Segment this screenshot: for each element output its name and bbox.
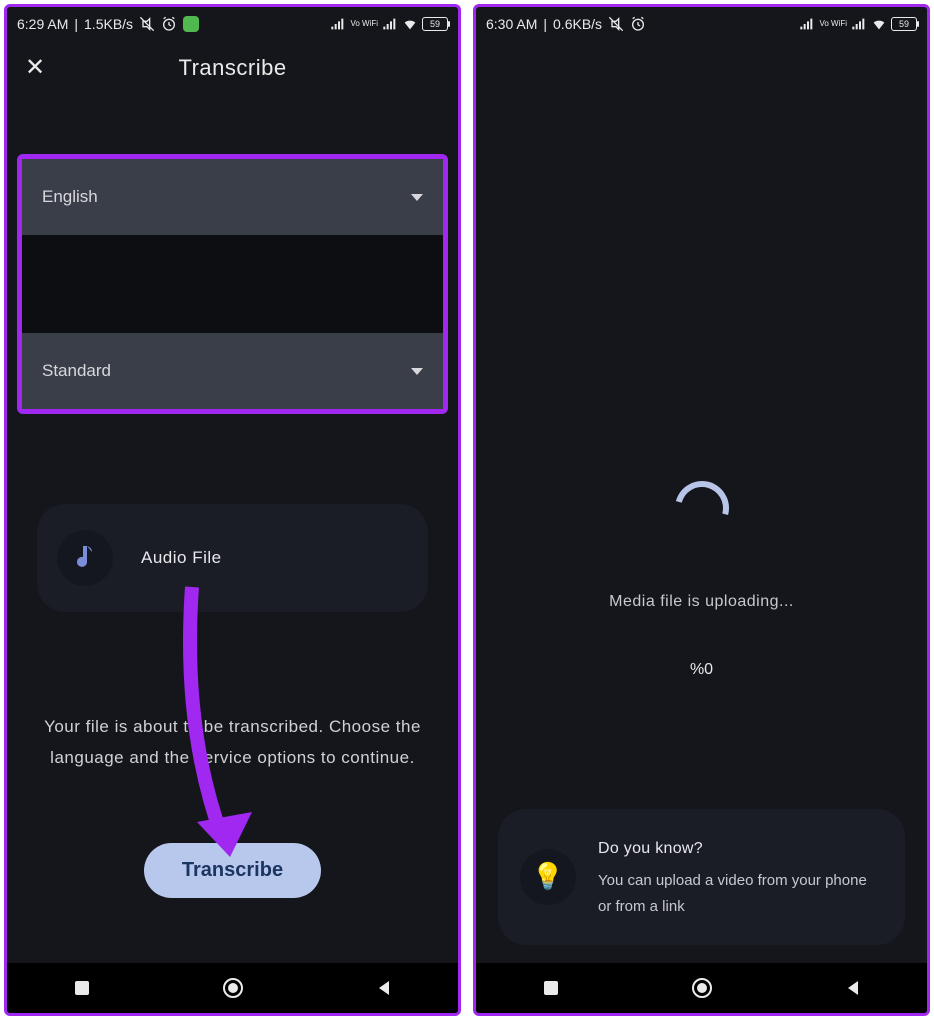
file-icon-circle xyxy=(57,530,113,586)
page-title: Transcribe xyxy=(178,55,286,81)
app-indicator-icon xyxy=(183,16,199,32)
status-separator: | xyxy=(543,16,547,32)
tip-body: You can upload a video from your phone o… xyxy=(598,868,883,919)
nav-bar xyxy=(476,963,927,1013)
mute-icon xyxy=(139,16,155,32)
phone-screenshot-1: 6:29 AM | 1.5KB/s Vo WiFi 59 ✕ Transcrib… xyxy=(4,4,461,1016)
alarm-icon xyxy=(630,16,646,32)
signal-icon xyxy=(330,16,346,32)
status-left: 6:30 AM | 0.6KB/s xyxy=(486,16,646,32)
audio-file-card[interactable]: Audio File xyxy=(37,504,428,612)
nav-recent-icon[interactable] xyxy=(542,979,560,997)
tip-card: 💡 Do you know? You can upload a video fr… xyxy=(498,809,905,945)
service-dropdown[interactable]: Standard xyxy=(22,333,443,409)
battery-icon: 59 xyxy=(891,17,917,31)
status-right: Vo WiFi 59 xyxy=(799,16,917,32)
chevron-down-icon xyxy=(411,194,423,201)
status-bar: 6:29 AM | 1.5KB/s Vo WiFi 59 xyxy=(7,7,458,41)
status-separator: | xyxy=(74,16,78,32)
wifi-icon xyxy=(871,16,887,32)
chevron-down-icon xyxy=(411,368,423,375)
nav-home-icon[interactable] xyxy=(691,977,713,999)
nav-back-icon[interactable] xyxy=(375,979,393,997)
signal-icon-2 xyxy=(382,16,398,32)
status-left: 6:29 AM | 1.5KB/s xyxy=(17,16,199,32)
spinner-icon xyxy=(665,471,739,545)
bulb-circle: 💡 xyxy=(520,849,576,905)
title-bar: ✕ Transcribe xyxy=(7,41,458,94)
vowifi-label: Vo WiFi xyxy=(819,20,847,28)
status-time: 6:30 AM xyxy=(486,16,537,32)
lightbulb-icon: 💡 xyxy=(532,861,564,892)
nav-home-icon[interactable] xyxy=(222,977,244,999)
highlighted-dropdowns: English Standard xyxy=(17,154,448,414)
upload-status: Media file is uploading... %0 xyxy=(486,481,917,679)
wifi-icon xyxy=(402,16,418,32)
transcribe-button[interactable]: Transcribe xyxy=(144,843,321,898)
battery-icon: 59 xyxy=(422,17,448,31)
status-bar: 6:30 AM | 0.6KB/s Vo WiFi 59 xyxy=(476,7,927,41)
phone-screenshot-2: 6:30 AM | 0.6KB/s Vo WiFi 59 Media file … xyxy=(473,4,930,1016)
instruction-text: Your file is about to be transcribed. Ch… xyxy=(29,712,436,773)
signal-icon-2 xyxy=(851,16,867,32)
music-note-icon xyxy=(73,544,97,572)
dropdown-gap xyxy=(22,235,443,333)
nav-bar xyxy=(7,963,458,1013)
content-area: Media file is uploading... %0 💡 Do you k… xyxy=(476,41,927,963)
signal-icon xyxy=(799,16,815,32)
file-label: Audio File xyxy=(141,548,222,568)
service-value: Standard xyxy=(42,361,111,381)
status-right: Vo WiFi 59 xyxy=(330,16,448,32)
content-area: English Standard Audio File Your file is… xyxy=(7,94,458,963)
language-value: English xyxy=(42,187,98,207)
tip-text-block: Do you know? You can upload a video from… xyxy=(598,835,883,919)
tip-title: Do you know? xyxy=(598,835,883,862)
close-icon[interactable]: ✕ xyxy=(25,53,45,82)
status-speed: 0.6KB/s xyxy=(553,16,602,32)
upload-text: Media file is uploading... xyxy=(609,593,794,611)
status-time: 6:29 AM xyxy=(17,16,68,32)
nav-back-icon[interactable] xyxy=(844,979,862,997)
upload-percent: %0 xyxy=(690,661,713,679)
status-speed: 1.5KB/s xyxy=(84,16,133,32)
nav-recent-icon[interactable] xyxy=(73,979,91,997)
vowifi-label: Vo WiFi xyxy=(350,20,378,28)
alarm-icon xyxy=(161,16,177,32)
mute-icon xyxy=(608,16,624,32)
language-dropdown[interactable]: English xyxy=(22,159,443,235)
